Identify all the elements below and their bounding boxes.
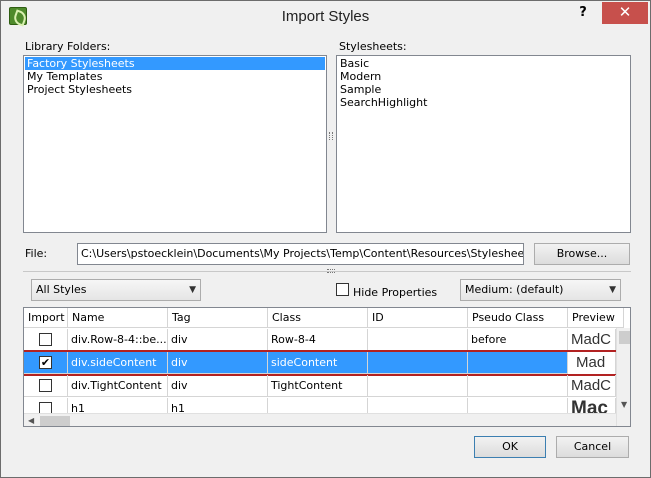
stylesheets-label: Stylesheets: bbox=[339, 40, 407, 53]
scrollbar-thumb[interactable] bbox=[40, 416, 70, 426]
pseudo-class-cell bbox=[468, 352, 568, 374]
id-cell bbox=[368, 375, 468, 397]
scroll-left-icon[interactable]: ◀ bbox=[28, 416, 34, 425]
chevron-down-icon: ▼ bbox=[189, 285, 196, 295]
table-row-selected[interactable]: ✔ div.sideContent div sideContent Mad bbox=[24, 350, 618, 376]
import-checkbox[interactable] bbox=[39, 333, 52, 346]
preview-cell: Mad bbox=[568, 352, 616, 374]
library-item-my-templates[interactable]: My Templates bbox=[25, 70, 325, 83]
name-cell: div.Row-8-4::be... bbox=[68, 329, 168, 351]
grid-vertical-scrollbar[interactable]: ▼ bbox=[616, 328, 630, 426]
ok-button[interactable]: OK bbox=[474, 436, 546, 458]
table-row[interactable]: div.TightContent div TightContent MadC bbox=[24, 375, 616, 397]
section-divider bbox=[23, 271, 631, 272]
name-cell: div.sideContent bbox=[68, 352, 168, 374]
preview-cell: MadC bbox=[568, 329, 616, 351]
hide-properties-checkbox[interactable] bbox=[336, 283, 349, 296]
import-cell: ✔ bbox=[24, 352, 68, 374]
id-cell bbox=[368, 352, 468, 374]
scrollbar-thumb[interactable] bbox=[619, 331, 630, 344]
cancel-button[interactable]: Cancel bbox=[556, 436, 629, 458]
styles-grid: Import Name Tag Class ID Pseudo Class Pr… bbox=[23, 307, 631, 427]
column-import[interactable]: Import bbox=[24, 308, 68, 328]
window-title: Import Styles bbox=[281, 8, 370, 25]
chevron-down-icon: ▼ bbox=[609, 285, 616, 295]
file-path-input[interactable]: C:\Users\pstoecklein\Documents\My Projec… bbox=[77, 243, 524, 265]
title-bar: Import Styles ? ✕ bbox=[1, 1, 650, 32]
style-filter-value: All Styles bbox=[36, 283, 87, 296]
library-folders-list[interactable]: Factory Stylesheets My Templates Project… bbox=[23, 55, 327, 233]
stylesheet-item-modern[interactable]: Modern bbox=[338, 70, 629, 83]
help-button[interactable]: ? bbox=[574, 5, 592, 23]
class-cell: sideContent bbox=[268, 352, 368, 374]
tag-cell: div bbox=[168, 352, 268, 374]
import-checkbox[interactable] bbox=[39, 379, 52, 392]
scroll-down-icon[interactable]: ▼ bbox=[621, 400, 627, 409]
id-cell bbox=[368, 329, 468, 351]
column-class[interactable]: Class bbox=[268, 308, 368, 328]
grid-horizontal-scrollbar[interactable]: ◀ bbox=[24, 413, 616, 426]
column-tag[interactable]: Tag bbox=[168, 308, 268, 328]
column-pseudo-class[interactable]: Pseudo Class bbox=[468, 308, 568, 328]
grid-header: Import Name Tag Class ID Pseudo Class Pr… bbox=[24, 308, 624, 328]
class-cell: TightContent bbox=[268, 375, 368, 397]
medium-value: Medium: (default) bbox=[465, 283, 564, 296]
pseudo-class-cell: before bbox=[468, 329, 568, 351]
import-checkbox-checked[interactable]: ✔ bbox=[39, 356, 52, 369]
import-styles-dialog: Import Styles ? ✕ Library Folders: Facto… bbox=[0, 0, 651, 478]
hide-properties-label: Hide Properties bbox=[353, 286, 438, 299]
tag-cell: div bbox=[168, 329, 268, 351]
stylesheets-list[interactable]: Basic Modern Sample SearchHighlight bbox=[336, 55, 631, 233]
vertical-splitter[interactable] bbox=[329, 132, 333, 140]
table-row[interactable]: div.Row-8-4::be... div Row-8-4 before Ma… bbox=[24, 329, 616, 351]
preview-cell: MadC bbox=[568, 375, 616, 397]
column-preview[interactable]: Preview bbox=[568, 308, 624, 328]
stylesheet-item-searchhighlight[interactable]: SearchHighlight bbox=[338, 96, 629, 109]
column-name[interactable]: Name bbox=[68, 308, 168, 328]
browse-button[interactable]: Browse... bbox=[534, 243, 630, 265]
pseudo-class-cell bbox=[468, 375, 568, 397]
import-cell bbox=[24, 375, 68, 397]
column-id[interactable]: ID bbox=[368, 308, 468, 328]
stylesheet-item-sample[interactable]: Sample bbox=[338, 83, 629, 96]
style-filter-dropdown[interactable]: All Styles ▼ bbox=[31, 279, 201, 301]
close-button[interactable]: ✕ bbox=[602, 2, 648, 24]
tag-cell: div bbox=[168, 375, 268, 397]
file-label: File: bbox=[25, 247, 48, 260]
class-cell: Row-8-4 bbox=[268, 329, 368, 351]
name-cell: div.TightContent bbox=[68, 375, 168, 397]
import-cell bbox=[24, 329, 68, 351]
library-item-factory-stylesheets[interactable]: Factory Stylesheets bbox=[25, 57, 325, 70]
library-folders-label: Library Folders: bbox=[25, 40, 111, 53]
medium-dropdown[interactable]: Medium: (default) ▼ bbox=[460, 279, 621, 301]
stylesheet-item-basic[interactable]: Basic bbox=[338, 57, 629, 70]
library-item-project-stylesheets[interactable]: Project Stylesheets bbox=[25, 83, 325, 96]
